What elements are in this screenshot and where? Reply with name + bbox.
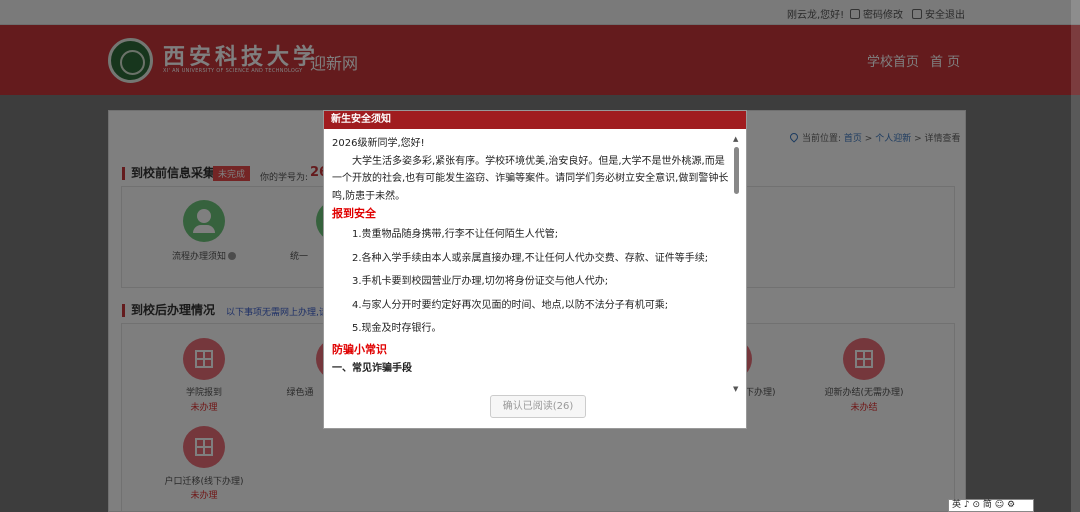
- notice-greeting: 2026级新同学,您好!: [332, 138, 425, 149]
- ime-toolbar[interactable]: 英 ♪ ⊙ 简 ☺ ⚙: [948, 499, 1034, 512]
- scroll-up-icon[interactable]: ▲: [733, 135, 738, 143]
- page-scrollbar[interactable]: [1071, 0, 1080, 512]
- rule-item: 3.手机卡要到校园营业厅办理,切勿将身份证交与他人代办;: [352, 276, 609, 287]
- notice-intro: 大学生活多姿多彩,紧张有序。学校环境优美,治安良好。但是,大学不是世外桃源,而是…: [332, 155, 729, 202]
- section-heading: 防骗小常识: [332, 342, 387, 356]
- safety-notice-dialog: 新生安全须知 2026级新同学,您好! 大学生活多姿多彩,紧张有序。学校环境优美…: [323, 110, 747, 429]
- dialog-scrollbar[interactable]: ▲ ▼: [732, 135, 742, 395]
- rule-item: 1.贵重物品随身携带,行李不让任何陌生人代管;: [352, 229, 559, 240]
- scroll-down-icon[interactable]: ▼: [733, 385, 738, 393]
- rule-item: 5.现金及时存银行。: [352, 323, 442, 334]
- subsection-heading: 一、常见诈骗手段: [332, 362, 412, 374]
- dialog-content: 2026级新同学,您好! 大学生活多姿多彩,紧张有序。学校环境优美,治安良好。但…: [332, 135, 732, 393]
- scroll-thumb[interactable]: [734, 147, 739, 194]
- rule-item: 2.各种入学手续由本人或亲属直接办理,不让任何人代办交费、存款、证件等手续;: [352, 252, 709, 264]
- rule-item: 4.与家人分开时要约定好再次见面的时间、地点,以防不法分子有机可乘;: [352, 299, 669, 311]
- confirm-read-button[interactable]: 确认已阅读(26): [490, 395, 586, 418]
- section-heading: 报到安全: [332, 207, 376, 220]
- dialog-title: 新生安全须知: [324, 111, 746, 129]
